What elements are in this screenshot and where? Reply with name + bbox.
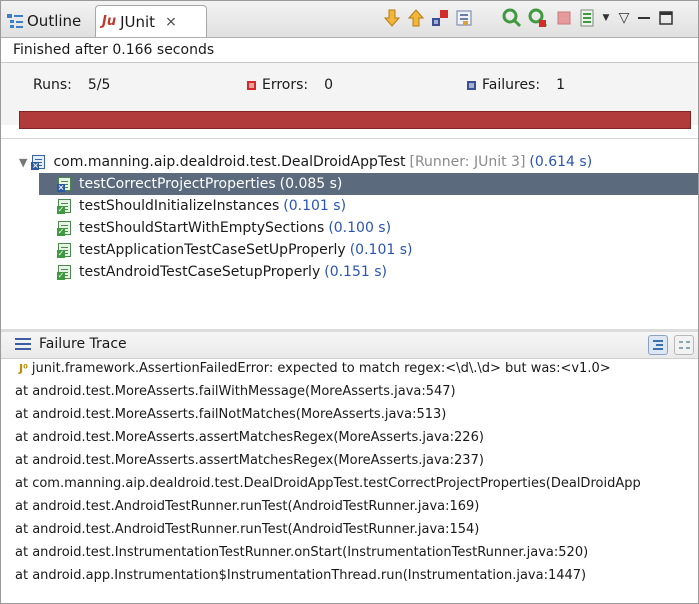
trace-line[interactable]: at android.test.InstrumentationTestRunne… [15, 545, 588, 560]
tree-item-test[interactable]: ✓ testShouldStartWithEmptySections (0.10… [57, 217, 391, 239]
errors-value: 0 [324, 77, 334, 93]
trace-line[interactable]: at android.test.AndroidTestRunner.runTes… [15, 499, 479, 514]
tab-bar: Outline Ju JUnit ⨯ ▼ ▽ [1, 1, 698, 38]
stop-icon[interactable] [554, 8, 574, 28]
tree-item-test[interactable]: ✓ testShouldInitializeInstances (0.101 s… [57, 195, 346, 217]
view-menu-icon[interactable]: ▽ [614, 8, 634, 28]
suite-runner: [Runner: JUnit 3] [409, 154, 526, 170]
trace-line[interactable]: at android.test.AndroidTestRunner.runTes… [15, 522, 479, 537]
next-failure-icon[interactable] [382, 8, 402, 28]
rerun-failed-first-icon[interactable] [528, 8, 548, 28]
minimize-icon[interactable] [634, 8, 654, 28]
compare-result-icon[interactable] [674, 335, 694, 355]
test-run-history-icon[interactable] [578, 8, 598, 28]
tab-junit-label: JUnit [120, 12, 156, 31]
scroll-lock-icon[interactable] [454, 8, 474, 28]
close-icon[interactable]: ⨯ [165, 14, 177, 30]
junit-icon: Ju [102, 14, 117, 29]
test-passed-icon: ✓ [57, 242, 75, 258]
trace-line-text: junit.framework.AssertionFailedError: ex… [31, 361, 611, 376]
outline-icon [7, 13, 23, 29]
tree-root-suite[interactable]: ▼ × com.manning.aip.dealdroid.test.DealD… [19, 151, 592, 173]
divider [1, 138, 698, 139]
expand-arrow-icon[interactable]: ▼ [19, 156, 27, 169]
previous-failure-icon[interactable] [406, 8, 426, 28]
failure-trace-label: Failure Trace [39, 336, 127, 352]
test-time: (0.085 s) [279, 176, 343, 192]
test-time: (0.101 s) [283, 198, 347, 214]
trace-line[interactable]: at android.app.Instrumentation$Instrumen… [15, 568, 586, 583]
failure-icon [467, 80, 476, 90]
maximize-icon[interactable] [656, 8, 676, 28]
test-suite-failed-icon: × [31, 154, 49, 170]
runs-label: Runs: [33, 77, 72, 93]
test-passed-icon: ✓ [57, 220, 75, 236]
rerun-test-icon[interactable] [502, 8, 522, 28]
errors-label: Errors: [262, 77, 309, 93]
trace-line[interactable]: at android.test.MoreAsserts.assertMatche… [15, 430, 484, 445]
filter-stack-trace-icon[interactable] [648, 335, 668, 355]
trace-line[interactable]: at android.test.MoreAsserts.failWithMess… [15, 384, 456, 399]
runs-counter: Runs: 5/5 [33, 77, 110, 93]
tree-item-test[interactable]: ✓ testApplicationTestCaseSetUpProperly (… [57, 239, 412, 261]
test-time: (0.101 s) [349, 242, 413, 258]
failure-trace-title: Failure Trace [15, 336, 127, 352]
failures-counter: Failures: 1 [467, 77, 565, 93]
exception-icon: J⁰ [19, 362, 28, 375]
test-name: testAndroidTestCaseSetupProperly [79, 264, 321, 280]
junit-view: Outline Ju JUnit ⨯ ▼ ▽ Finished after 0.… [0, 0, 699, 604]
failures-label: Failures: [482, 77, 541, 93]
trace-line[interactable]: at android.test.MoreAsserts.assertMatche… [15, 453, 484, 468]
tab-junit[interactable]: Ju JUnit ⨯ [95, 5, 207, 37]
stack-trace-icon [15, 338, 31, 350]
show-failures-only-icon[interactable] [430, 8, 450, 28]
test-name: testCorrectProjectProperties [79, 176, 276, 192]
test-name: testShouldInitializeInstances [79, 198, 280, 214]
tab-outline-label: Outline [27, 12, 82, 30]
test-name: testApplicationTestCaseSetUpProperly [79, 242, 346, 258]
test-passed-icon: ✓ [57, 264, 75, 280]
trace-line[interactable]: at android.test.MoreAsserts.failNotMatch… [15, 407, 446, 422]
test-passed-icon: ✓ [57, 198, 75, 214]
trace-line[interactable]: J⁰ junit.framework.AssertionFailedError:… [19, 361, 611, 376]
error-icon [247, 80, 256, 90]
runs-value: 5/5 [87, 77, 111, 93]
test-name: testShouldStartWithEmptySections [79, 220, 325, 236]
errors-counter: Errors: 0 [247, 77, 333, 93]
suite-time: (0.614 s) [529, 154, 593, 170]
failure-trace-header: Failure Trace [1, 332, 698, 359]
test-time: (0.151 s) [324, 264, 387, 280]
test-time: (0.100 s) [328, 220, 392, 236]
failures-value: 1 [556, 77, 565, 93]
dropdown-arrow-icon[interactable]: ▼ [596, 8, 616, 28]
status-text: Finished after 0.166 seconds [13, 42, 215, 58]
test-failed-icon: × [57, 176, 75, 192]
progress-bar [19, 111, 691, 129]
tab-outline[interactable]: Outline [1, 5, 93, 37]
tree-item-test[interactable]: ✓ testAndroidTestCaseSetupProperly (0.15… [57, 261, 387, 283]
trace-line[interactable]: at com.manning.aip.dealdroid.test.DealDr… [15, 476, 641, 491]
tree-item-test[interactable]: × testCorrectProjectProperties (0.085 s) [39, 173, 698, 195]
suite-name: com.manning.aip.dealdroid.test.DealDroid… [53, 154, 406, 170]
trace-toolbar [648, 335, 694, 355]
